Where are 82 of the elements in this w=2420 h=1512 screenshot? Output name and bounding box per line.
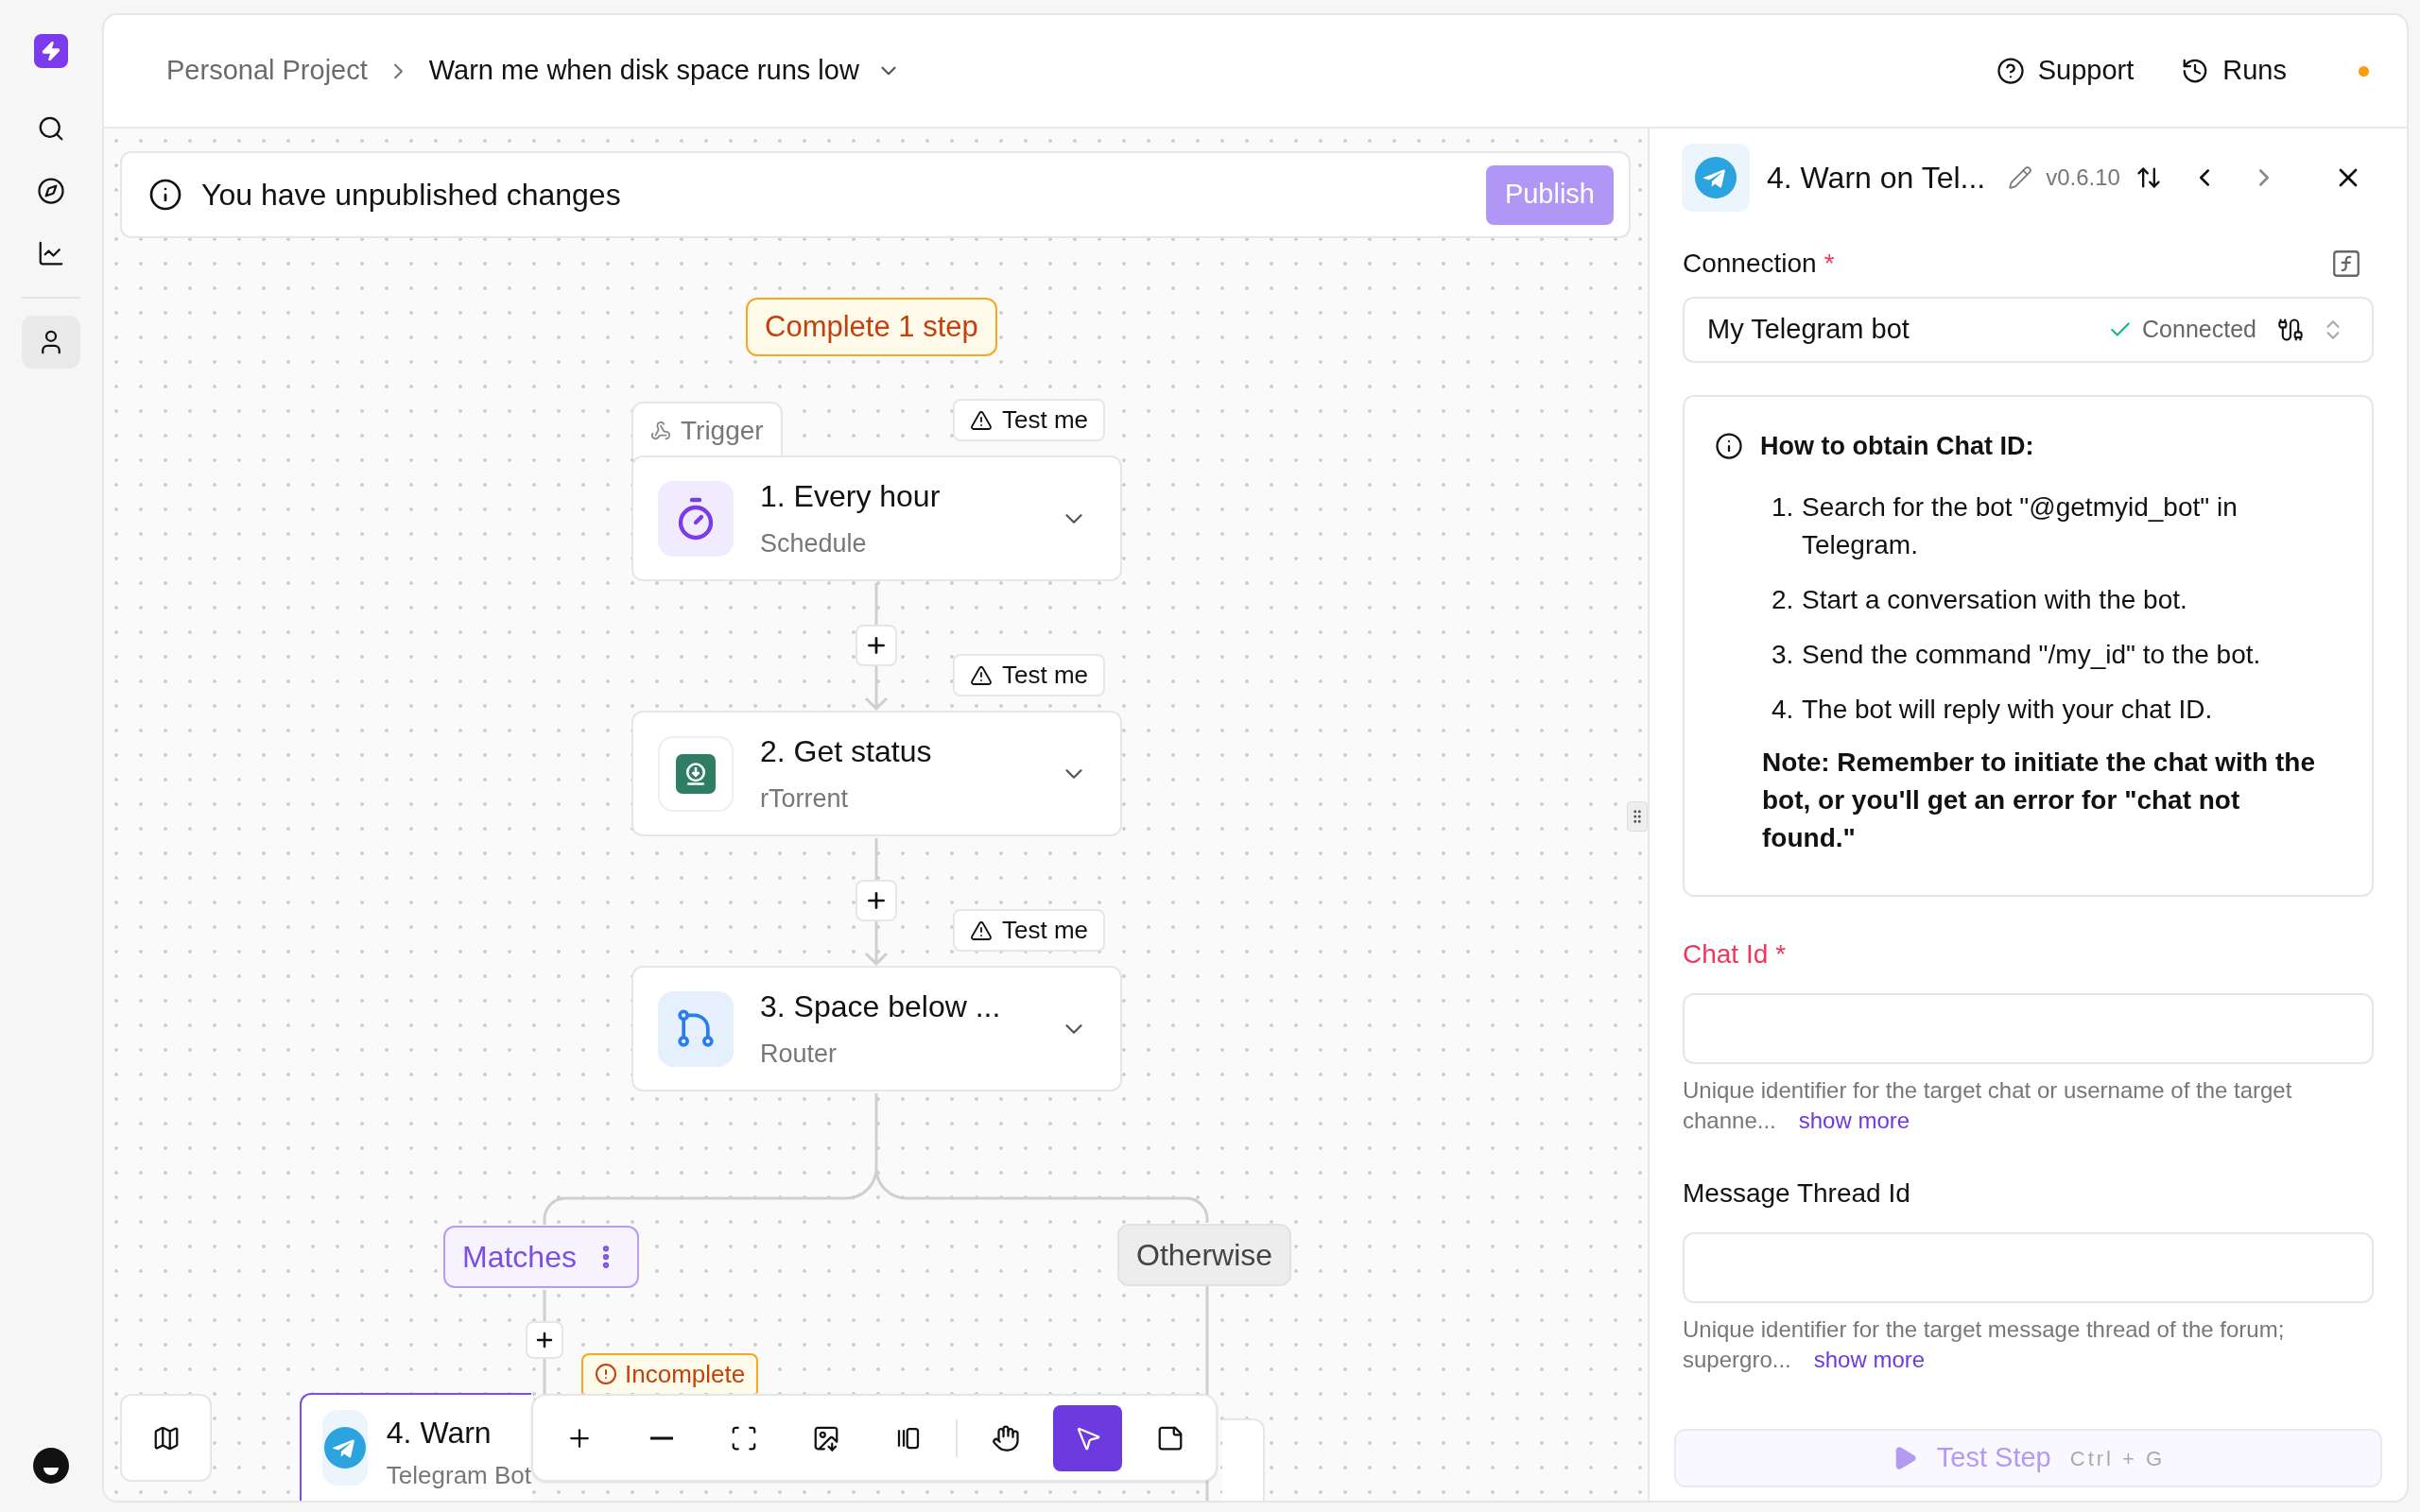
branch-label[interactable]: Matches xyxy=(443,1226,639,1288)
download-icon xyxy=(676,753,716,794)
field-label: Message Thread Id xyxy=(1683,1177,1910,1210)
field-label: Chat Id xyxy=(1683,937,1769,971)
branch-label[interactable]: Otherwise xyxy=(1117,1224,1292,1286)
step-number: 2. xyxy=(1772,583,1792,616)
step-number: 1. xyxy=(1772,490,1792,524)
step-card[interactable]: 2. Get status rTorrent xyxy=(631,711,1122,836)
lightning-icon xyxy=(41,41,61,61)
step-subtitle: Router xyxy=(760,1039,838,1071)
alert-icon xyxy=(595,1363,617,1385)
step-subtitle: rTorrent xyxy=(760,783,850,816)
info-icon xyxy=(148,178,182,212)
chart-icon xyxy=(37,239,65,267)
avatar[interactable] xyxy=(33,1448,69,1484)
warning-badge[interactable]: Complete 1 step xyxy=(746,298,997,356)
show-more-link[interactable]: show more xyxy=(1798,1107,1910,1133)
step-card[interactable]: 3. Space below ... Router xyxy=(631,966,1122,1091)
paper-plane-icon xyxy=(323,1427,366,1469)
minimap-button[interactable] xyxy=(120,1394,212,1482)
app-logo[interactable] xyxy=(34,34,68,68)
hand-icon xyxy=(991,1423,1020,1452)
step-card[interactable]: 1. Every hour Schedule xyxy=(631,455,1122,581)
connection-label: Connection xyxy=(1683,248,1817,280)
add-step-button[interactable] xyxy=(526,1321,563,1359)
instruction-step: Search for the bot "@getmyid_bot" in Telegram. xyxy=(1802,488,2274,564)
text-input[interactable] xyxy=(1683,992,2374,1064)
test-button[interactable]: Test me xyxy=(953,399,1106,441)
instruction-step: Send the command "/my_id" to the bot. xyxy=(1802,635,2261,674)
instruction-step: The bot will reply with your chat ID. xyxy=(1802,690,2213,729)
runs-button[interactable]: Runs xyxy=(2181,50,2287,92)
breadcrumb-link[interactable]: Personal Project xyxy=(166,50,368,92)
test-button[interactable]: Test me xyxy=(953,909,1106,952)
toolbar-button[interactable] xyxy=(1053,1404,1122,1471)
warning-icon xyxy=(970,408,993,432)
show-more-link[interactable]: show more xyxy=(1813,1346,1926,1372)
shortcut-hint: Ctrl + G xyxy=(2069,1445,2166,1472)
add-step-button[interactable] xyxy=(856,880,897,921)
zoom-out-icon xyxy=(649,1435,673,1440)
warning-icon xyxy=(970,663,993,687)
step-number: 3. xyxy=(1772,638,1792,671)
step-subtitle: Schedule xyxy=(760,528,868,560)
step-title: 4. Warn on Tel... xyxy=(1767,160,1986,197)
warning-icon xyxy=(970,919,993,942)
instruction-step: Start a conversation with the bot. xyxy=(1802,580,2187,619)
support-button[interactable]: Support xyxy=(1996,50,2135,92)
trigger-label: Trigger xyxy=(681,415,764,447)
step-subtitle: Telegram Bot xyxy=(386,1460,531,1491)
chevron-right-icon xyxy=(393,62,403,79)
help-icon xyxy=(1996,57,2025,85)
required-mark: * xyxy=(1775,937,1787,971)
step-title: 4. Warn xyxy=(386,1415,493,1452)
version-label: v0.6.10 xyxy=(2046,163,2120,192)
paper-plane-icon xyxy=(1695,157,1737,198)
field-help: Unique identifier for the target message thread of the forum; supergro... show more xyxy=(1683,1314,2286,1374)
instructions-note: Note: Remember to initiate the chat with the bot, or you'll get an error for "chat not found." xyxy=(1762,746,2316,854)
connection-select[interactable]: My Telegram bot Connected xyxy=(1683,297,2374,363)
banner-message: You have unpublished changes xyxy=(201,177,621,214)
step-title: 1. Every hour xyxy=(760,478,942,516)
trigger-icon xyxy=(650,421,671,441)
connection-status: Connected xyxy=(2142,315,2256,345)
info-icon xyxy=(1715,432,1743,461)
instructions-title: How to obtain Chat ID: xyxy=(1760,431,2034,462)
step-card[interactable]: 4. Warn Telegram Bot xyxy=(300,1393,531,1501)
pencil-icon[interactable] xyxy=(2008,165,2033,190)
step-title: 3. Space below ... xyxy=(760,988,1002,1026)
incomplete-badge: Incomplete xyxy=(581,1353,759,1393)
field-help: Unique identifier for the target chat or username of the target channe... show more xyxy=(1683,1075,2293,1135)
compass-icon xyxy=(37,177,65,205)
required-mark: * xyxy=(1824,248,1835,280)
text-input[interactable] xyxy=(1683,1231,2374,1303)
search-icon xyxy=(37,114,65,143)
resize-handle[interactable] xyxy=(1627,801,1648,832)
step-number: 4. xyxy=(1772,693,1792,726)
step-title: 2. Get status xyxy=(760,733,933,771)
function-icon[interactable] xyxy=(2330,248,2362,280)
add-step-button[interactable] xyxy=(856,625,897,666)
flow-name[interactable]: Warn me when disk space runs low xyxy=(428,50,859,92)
test-button[interactable]: Test me xyxy=(953,654,1106,696)
plug-icon[interactable] xyxy=(2277,317,2304,343)
sidebar-item[interactable] xyxy=(22,316,80,369)
branch-icon xyxy=(675,1007,717,1050)
